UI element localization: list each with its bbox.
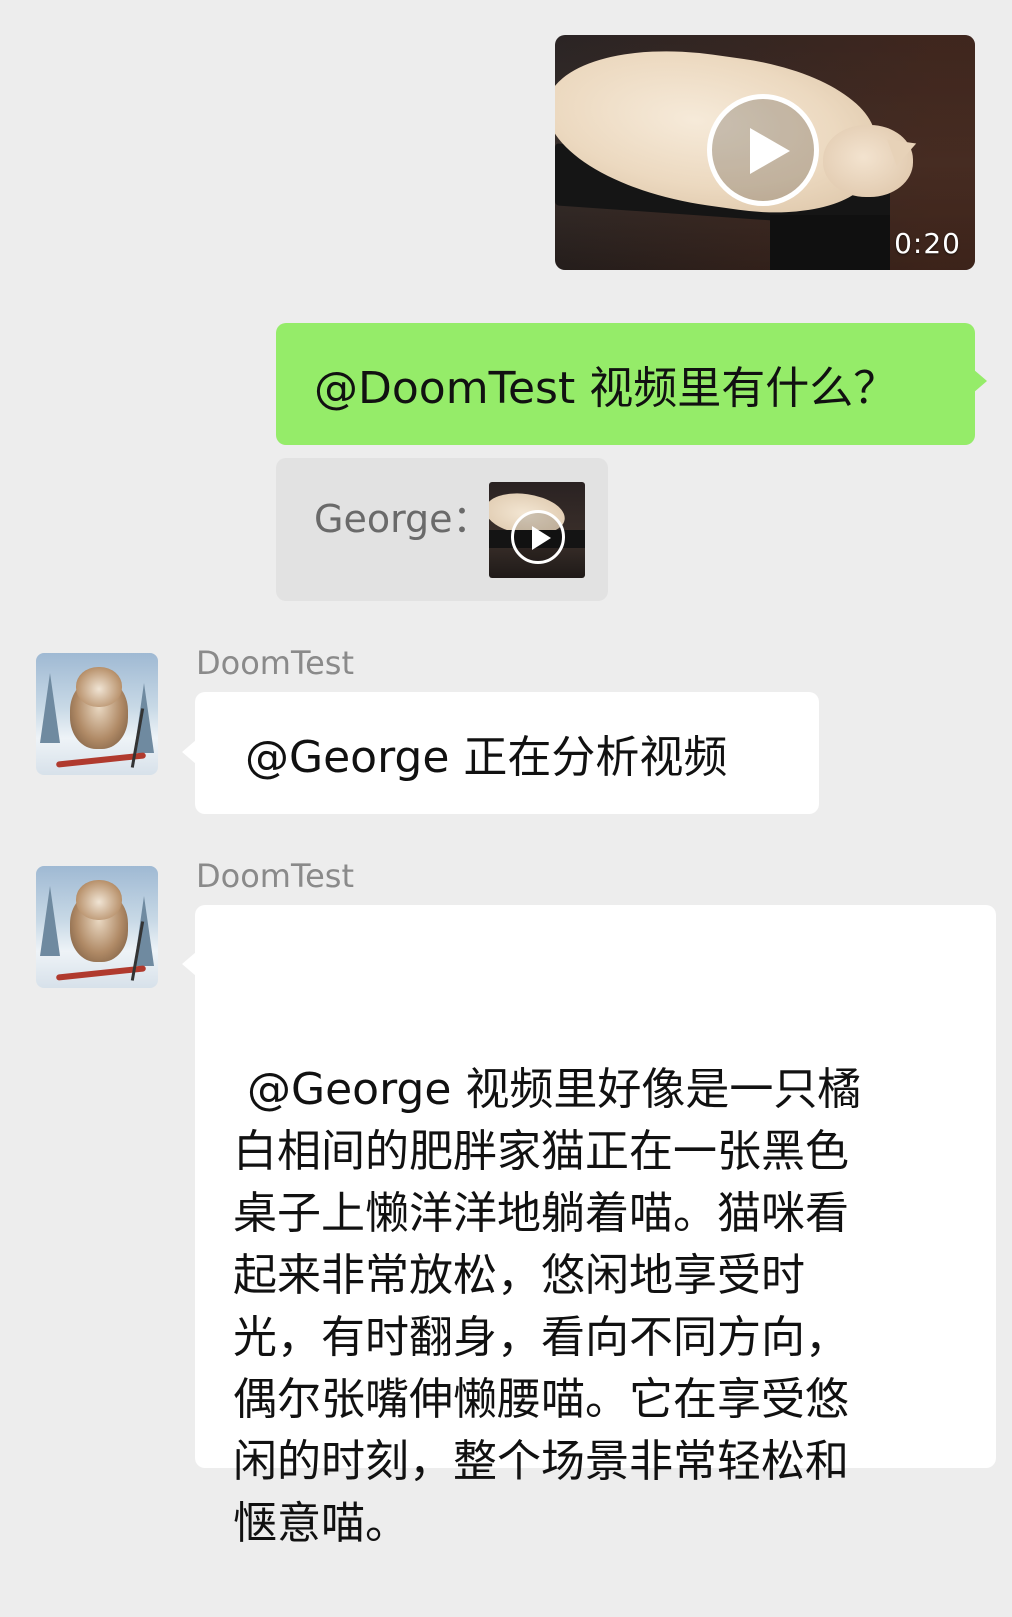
outgoing-message-bubble[interactable]: @DoomTest 视频里有什么？ bbox=[276, 323, 975, 445]
play-icon[interactable] bbox=[707, 94, 819, 206]
quoted-message[interactable]: George： bbox=[276, 458, 608, 601]
outgoing-bubble-tail bbox=[973, 369, 987, 393]
video-message[interactable]: 0:20 bbox=[555, 35, 975, 270]
play-icon bbox=[511, 510, 565, 564]
avatar-cat-face bbox=[76, 880, 122, 920]
avatar-tree bbox=[40, 886, 60, 956]
outgoing-message-text: @DoomTest 视频里有什么？ bbox=[314, 363, 898, 414]
avatar-cat-face bbox=[76, 667, 122, 707]
incoming-message-text: @George 视频里好像是一只橘 白相间的肥胖家猫正在一张黑色 桌子上懒洋洋地… bbox=[233, 1064, 862, 1549]
avatar-tree bbox=[40, 673, 60, 743]
quoted-video-thumbnail[interactable] bbox=[489, 482, 585, 578]
sender-name: DoomTest bbox=[196, 644, 354, 682]
incoming-message-bubble[interactable]: @George 正在分析视频 bbox=[195, 692, 819, 814]
incoming-bubble-tail bbox=[182, 952, 196, 976]
sender-name: DoomTest bbox=[196, 857, 354, 895]
incoming-message-bubble[interactable]: @George 视频里好像是一只橘 白相间的肥胖家猫正在一张黑色 桌子上懒洋洋地… bbox=[195, 905, 996, 1549]
video-duration: 0:20 bbox=[894, 227, 961, 260]
avatar[interactable] bbox=[36, 653, 158, 775]
video-thumbnail-table-leg bbox=[770, 215, 890, 270]
incoming-message-text: @George 正在分析视频 bbox=[245, 732, 728, 783]
quoted-sender-label: George： bbox=[314, 497, 491, 541]
incoming-bubble-tail bbox=[182, 740, 196, 764]
avatar[interactable] bbox=[36, 866, 158, 988]
